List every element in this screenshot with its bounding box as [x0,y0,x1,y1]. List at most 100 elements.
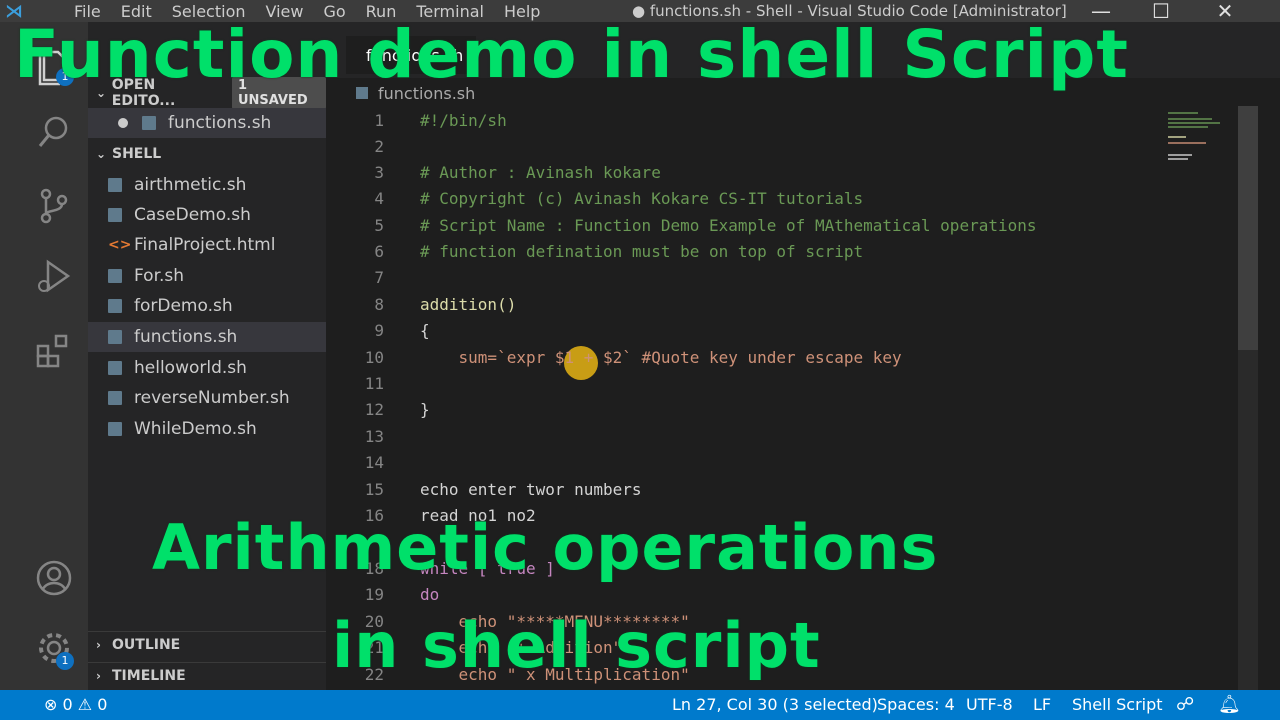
line-number: 9 [374,321,384,340]
line-number: 13 [364,427,384,446]
overlay-subtitle-line2: in shell script [332,609,821,682]
file-icon [108,299,122,313]
file-item-active[interactable]: functions.sh [88,322,326,352]
chevron-down-icon: ⌄ [96,147,107,161]
code-line: 1 #!/bin/sh [326,108,1226,134]
accounts-icon[interactable] [34,558,74,598]
line-text: # Copyright (c) Avinash Kokare CS-IT tut… [420,189,864,208]
code-line: 10 sum=`expr $1 + $2` #Quote key under e… [326,345,1226,371]
minimap[interactable] [1160,106,1236,186]
code-line: 9{ [326,318,1226,344]
file-item[interactable]: <> FinalProject.html [88,230,326,260]
code-line: 15 echo enter twor numbers [326,477,1226,503]
source-control-icon[interactable] [34,186,74,226]
line-number: 1 [374,111,384,130]
file-icon [108,208,122,222]
file-item[interactable]: reverseNumber.sh [88,383,326,413]
minimap-line [1168,154,1192,156]
timeline-label: TIMELINE [112,667,186,684]
code-line: 5 # Script Name : Function Demo Example o… [326,213,1226,239]
line-number: 12 [364,400,384,419]
file-icon [108,422,122,436]
file-icon [108,178,122,192]
encoding[interactable]: UTF-8 [966,690,1013,720]
search-icon[interactable] [34,112,74,152]
notifications-bell-icon[interactable]: 🔔︎ [1218,690,1241,720]
maximize-button[interactable]: ☐ [1146,0,1176,22]
extensions-icon[interactable] [34,330,74,370]
line-number: 4 [374,189,384,208]
line-number: 11 [364,374,384,393]
file-item[interactable]: CaseDemo.sh [88,200,326,230]
line-text: { [420,321,430,340]
file-label: helloworld.sh [134,358,247,378]
file-item[interactable]: forDemo.sh [88,291,326,321]
file-label: For.sh [134,266,185,286]
outline-header[interactable]: › OUTLINE [88,631,326,657]
cursor-position[interactable]: Ln 27, Col 30 (3 selected) [672,690,878,720]
status-bar: ⊗ 0 ⚠ 0 Ln 27, Col 30 (3 selected) Space… [0,690,1280,720]
minimap-line [1168,122,1220,124]
editor-scrollbar[interactable] [1238,106,1258,690]
line-text: sum=`expr $1 + $2` #Quote key under esca… [420,348,902,367]
minimap-line [1168,136,1186,138]
code-line: 14 [326,450,1226,476]
chevron-right-icon: › [96,637,101,652]
line-text: } [420,400,430,419]
line-text: echo enter twor numbers [420,480,642,499]
html-file-icon: <> [108,237,132,253]
file-item[interactable]: airthmetic.sh [88,170,326,200]
run-debug-icon[interactable] [34,256,74,296]
file-icon [142,116,156,130]
code-line: 2 [326,134,1226,160]
line-text: # Script Name : Function Demo Example of… [420,216,1037,235]
chevron-right-icon: › [96,668,101,683]
file-item[interactable]: WhileDemo.sh [88,414,326,444]
file-icon [108,391,122,405]
feedback-icon[interactable]: ☍ [1176,690,1194,720]
file-label: forDemo.sh [134,296,233,316]
close-button[interactable]: ✕ [1210,0,1240,22]
line-text: #!/bin/sh [420,111,507,130]
code-line: 4 # Copyright (c) Avinash Kokare CS-IT tu… [326,186,1226,212]
scrollbar-thumb[interactable] [1238,106,1258,350]
language-mode[interactable]: Shell Script [1072,690,1163,720]
file-icon [108,361,122,375]
file-label: reverseNumber.sh [134,388,290,408]
line-number: 2 [374,137,384,156]
folder-header[interactable]: ⌄ SHELL [88,141,326,167]
line-number: 8 [374,295,384,314]
minimap-line [1168,112,1198,114]
settings-badge: 1 [56,652,74,670]
minimap-line [1168,126,1208,128]
line-number: 3 [374,163,384,182]
problems-indicator[interactable]: ⊗ 0 ⚠ 0 [44,690,107,720]
line-text: # function defination must be on top of … [420,242,864,261]
end-of-line[interactable]: LF [1033,690,1051,720]
file-label: FinalProject.html [134,235,276,255]
indentation[interactable]: Spaces: 4 [877,690,955,720]
overlay-subtitle-line1: Arithmetic operations [152,511,939,584]
file-item[interactable]: helloworld.sh [88,353,326,383]
outline-label: OUTLINE [112,636,181,653]
line-number: 5 [374,216,384,235]
file-icon [108,330,122,344]
code-line: 3 # Author : Avinash kokare [326,160,1226,186]
code-line: 7 [326,265,1226,291]
minimap-line [1168,158,1188,160]
open-editor-item[interactable]: functions.sh [88,108,326,138]
file-label: functions.sh [134,327,238,347]
file-label: WhileDemo.sh [134,419,257,439]
line-number: 10 [364,348,384,367]
overlay-title: Function demo in shell Script [14,16,1129,93]
line-number: 6 [374,242,384,261]
warning-icon: ⚠ [77,695,93,714]
folder-label: SHELL [112,146,162,162]
timeline-header[interactable]: › TIMELINE [88,662,326,688]
line-number: 7 [374,268,384,287]
code-line: 6 # function defination must be on top of… [326,239,1226,265]
explorer-sidebar: ⌄ OPEN EDITO... 1 UNSAVED functions.sh ⌄… [88,22,326,690]
code-line: 13 [326,424,1226,450]
file-item[interactable]: For.sh [88,261,326,291]
code-editor[interactable]: 1 #!/bin/sh 2 3 # Author : Avinash kokare … [326,106,1250,690]
